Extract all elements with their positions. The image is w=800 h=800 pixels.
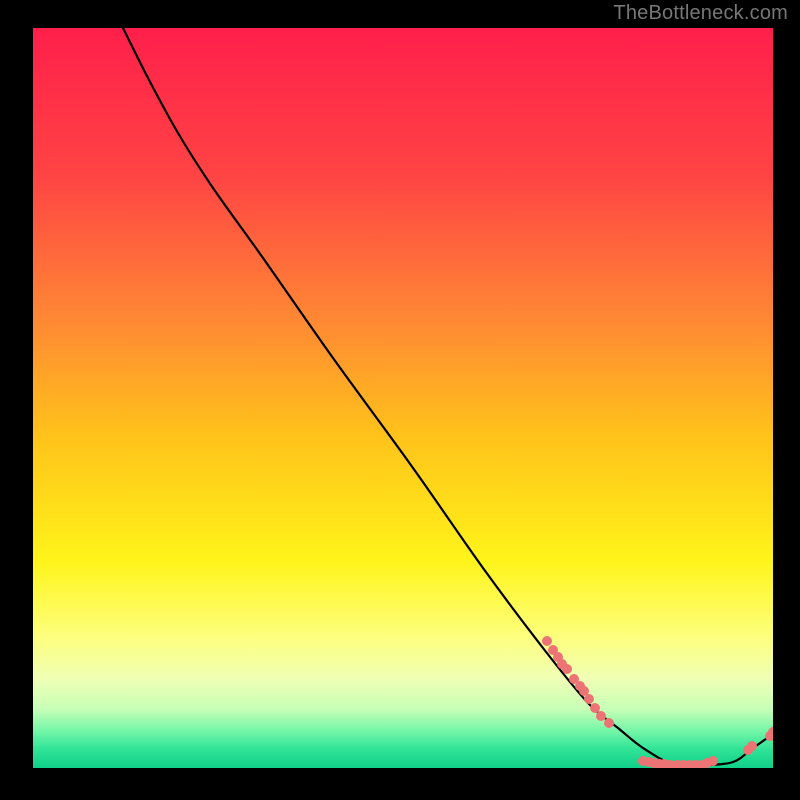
chart-svg — [33, 28, 773, 768]
chart-marker — [604, 718, 614, 728]
chart-marker — [747, 741, 757, 751]
chart-marker — [584, 694, 594, 704]
chart-marker — [542, 636, 552, 646]
chart-marker — [590, 703, 600, 713]
plot-area — [33, 28, 773, 768]
chart-marker — [562, 664, 572, 674]
watermark-text: TheBottleneck.com — [613, 2, 788, 25]
chart-markers — [542, 636, 773, 768]
chart-frame: TheBottleneck.com — [0, 0, 800, 800]
chart-marker — [708, 756, 718, 766]
chart-marker — [596, 711, 606, 721]
chart-line — [123, 28, 773, 766]
